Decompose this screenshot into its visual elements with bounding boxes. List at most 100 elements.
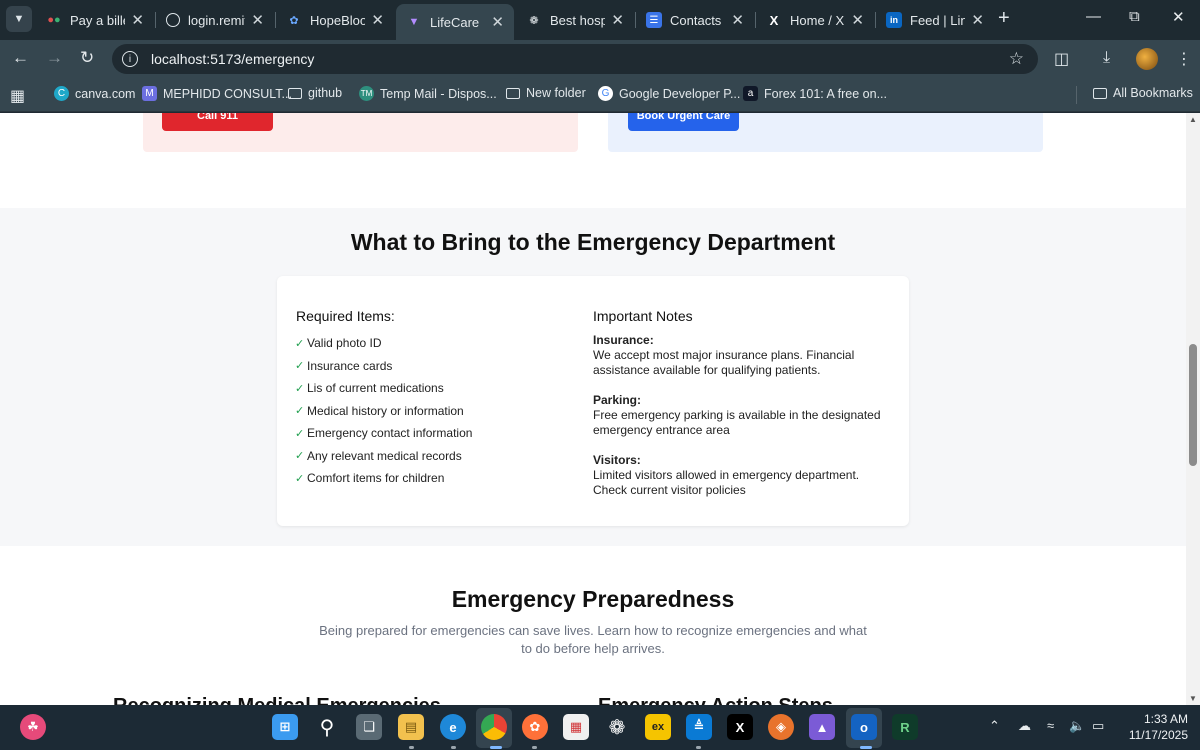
scroll-down-arrow-icon[interactable]: ▼ <box>1189 694 1197 703</box>
site-info-icon[interactable]: i <box>122 51 138 67</box>
linkedin-icon: in <box>886 12 902 28</box>
bookmark-label: Google Developer P... <box>619 86 741 101</box>
extensions-icon[interactable]: ◫ <box>1054 49 1069 69</box>
close-icon[interactable]: ✕ <box>491 13 504 31</box>
close-icon[interactable]: ✕ <box>611 11 624 29</box>
back-icon[interactable]: ← <box>12 48 29 68</box>
call-911-button[interactable]: Call 911 <box>162 113 273 131</box>
profile-avatar[interactable] <box>1136 48 1158 70</box>
item-text: Insurance cards <box>307 358 393 373</box>
note-insurance: Insurance: We accept most major insuranc… <box>593 333 893 378</box>
required-items-title: Required Items: <box>296 308 395 324</box>
bookmark-canva[interactable]: C canva.com <box>54 86 135 101</box>
tray-overflow-chevron-icon[interactable]: ⌃ <box>989 718 1000 734</box>
tab-lifecare[interactable]: ▼ LifeCare ✕ <box>396 4 514 40</box>
close-icon[interactable]: ✕ <box>731 11 744 29</box>
system-clock[interactable]: 1:33 AM 11/17/2025 <box>1118 711 1188 743</box>
store-icon[interactable]: ▦ <box>563 714 589 740</box>
widgets-icon[interactable]: ☘ <box>20 714 46 740</box>
bookmark-star-icon[interactable]: ☆ <box>1009 49 1024 69</box>
close-icon[interactable]: ✕ <box>971 11 984 29</box>
preparedness-title: Emergency Preparedness <box>451 586 735 612</box>
minimize-icon[interactable]: — <box>1086 8 1101 25</box>
close-icon[interactable]: ✕ <box>851 11 864 29</box>
search-icon[interactable]: ⚲ <box>314 714 340 740</box>
download-icon[interactable]: ⤓ <box>1103 49 1110 67</box>
restore-icon[interactable]: ⧉ <box>1129 8 1140 25</box>
menu-kebab-icon[interactable]: ⋮ <box>1176 49 1192 69</box>
bookmark-label: New folder <box>526 86 586 100</box>
mephidd-icon: M <box>142 86 157 101</box>
reload-icon[interactable]: ↻ <box>80 48 94 68</box>
tab-login-remit[interactable]: login.remit ✕ <box>156 6 274 34</box>
windows-start-icon[interactable]: ⊞ <box>272 714 298 740</box>
preparedness-text: Being prepared for emergencies can save … <box>319 623 867 656</box>
brave-icon[interactable]: ◈ <box>768 714 794 740</box>
tab-strip: ▼ ●● Pay a biller ✕ login.remit ✕ ✿ Hope… <box>0 0 1200 40</box>
wifi-icon[interactable]: ≈ <box>1047 718 1054 733</box>
file-explorer-icon[interactable]: ▤ <box>398 714 424 740</box>
tab-title: LifeCare <box>430 14 480 30</box>
running-indicator <box>409 746 414 749</box>
x-app-icon[interactable]: X <box>727 714 753 740</box>
bookmark-new-folder[interactable]: New folder <box>506 86 586 100</box>
tab-pay-a-biller[interactable]: ●● Pay a biller ✕ <box>36 6 154 34</box>
battery-icon[interactable]: ▭ <box>1092 718 1104 734</box>
folder-icon <box>506 87 520 99</box>
outlook-icon[interactable]: o <box>851 714 877 740</box>
list-item: ✓ Valid photo ID <box>295 332 472 355</box>
note-parking: Parking: Free emergency parking is avail… <box>593 393 893 438</box>
close-icon[interactable]: ✕ <box>251 11 264 29</box>
tab-hopebloom[interactable]: ✿ HopeBloom ✕ <box>276 6 394 34</box>
bookmark-google-developer[interactable]: G Google Developer P... <box>598 86 740 101</box>
edge-icon[interactable]: e <box>440 714 466 740</box>
note-text: Limited visitors allowed in emergency de… <box>593 468 860 497</box>
tab-search-icon[interactable]: ▼ <box>6 6 32 32</box>
tab-contacts[interactable]: ☰ Contacts h ✕ <box>636 6 754 34</box>
list-item: ✓ Lis of current medications <box>295 377 472 400</box>
item-text: Emergency contact information <box>307 426 473 441</box>
exness-icon[interactable]: ex <box>645 714 671 740</box>
volume-icon[interactable]: 🔈 <box>1069 718 1085 734</box>
chrome-icon[interactable] <box>481 714 507 740</box>
task-view-icon[interactable]: ❏ <box>356 714 382 740</box>
what-to-bring-section: What to Bring to the Emergency Departmen… <box>0 208 1186 546</box>
close-window-icon[interactable]: ✕ <box>1172 8 1185 26</box>
bookmark-mephidd[interactable]: M MEPHIDD CONSULT... <box>142 86 292 101</box>
bookmark-temp-mail[interactable]: TM Temp Mail - Dispos... <box>359 86 497 101</box>
r-studio-icon[interactable]: R <box>892 714 918 740</box>
clock-date: 11/17/2025 <box>1128 728 1188 742</box>
google-icon: G <box>598 86 613 101</box>
list-item: ✓ Insurance cards <box>295 355 472 378</box>
tab-title: Pay a biller <box>70 12 125 28</box>
tab-best-hospital[interactable]: ❁ Best hospit ✕ <box>516 6 634 34</box>
apps-grid-icon[interactable]: ▦ <box>10 86 25 106</box>
book-urgent-care-button[interactable]: Book Urgent Care <box>628 113 739 131</box>
vscode-icon[interactable]: ≜ <box>686 714 712 740</box>
tab-linkedin[interactable]: in Feed | Link ✕ <box>876 6 994 34</box>
onedrive-off-icon[interactable]: ☁ <box>1018 718 1031 734</box>
page-scrollbar[interactable]: ▲ ▼ <box>1186 113 1200 705</box>
close-icon[interactable]: ✕ <box>131 11 144 29</box>
bookmark-github[interactable]: github <box>288 86 342 100</box>
section-title: What to Bring to the Emergency Departmen… <box>350 229 836 255</box>
running-indicator <box>490 746 502 749</box>
page-viewport: Call 911 Book Urgent Care What to Bring … <box>0 113 1186 705</box>
scrollbar-thumb[interactable] <box>1189 344 1197 466</box>
new-tab-button[interactable]: + <box>998 7 1010 30</box>
bookmark-forex[interactable]: a Forex 101: A free on... <box>743 86 887 101</box>
scroll-up-arrow-icon[interactable]: ▲ <box>1189 115 1197 124</box>
photos-icon[interactable]: ▲ <box>809 714 835 740</box>
close-icon[interactable]: ✕ <box>371 11 384 29</box>
url-text[interactable]: localhost:5173/emergency <box>151 51 314 67</box>
all-bookmarks[interactable]: All Bookmarks <box>1093 86 1193 100</box>
tab-home-x[interactable]: X Home / X ✕ <box>756 6 874 34</box>
required-items-list: ✓ Valid photo ID ✓ Insurance cards ✓ Lis of… <box>295 332 472 490</box>
chatgpt-icon[interactable]: ❁ <box>604 714 630 740</box>
tab-title: login.remit <box>188 12 246 28</box>
globe-icon <box>166 13 180 27</box>
forward-icon[interactable]: → <box>46 48 63 68</box>
address-bar[interactable]: i localhost:5173/emergency ☆ <box>112 44 1038 74</box>
firefox-icon[interactable]: ✿ <box>522 714 548 740</box>
tab-title: Feed | Link <box>910 12 966 28</box>
